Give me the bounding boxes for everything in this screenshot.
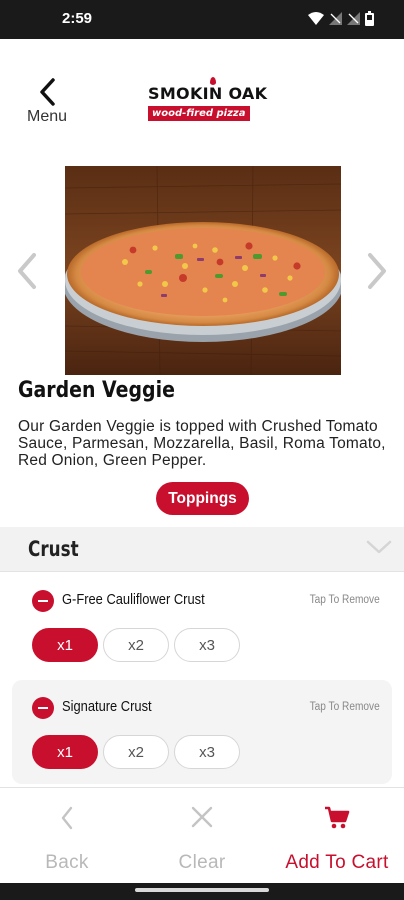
back-arrow-icon bbox=[40, 78, 55, 106]
crust-title: Crust bbox=[28, 537, 79, 561]
quantity-x1-button[interactable]: x1 bbox=[32, 628, 98, 662]
status-time: 2:59 bbox=[62, 10, 93, 27]
logo-wordmark: SMOKIN OAK bbox=[148, 84, 268, 103]
crust-options-list[interactable]: G-Free Cauliflower Crust Tap To Remove x… bbox=[0, 573, 404, 785]
clear-button[interactable]: Clear bbox=[135, 788, 269, 884]
minus-circle-icon[interactable] bbox=[32, 590, 54, 612]
toppings-button[interactable]: Toppings bbox=[156, 482, 249, 515]
system-nav-bar bbox=[0, 883, 404, 900]
quantity-x1-button[interactable]: x1 bbox=[32, 735, 98, 769]
flame-icon bbox=[210, 77, 216, 85]
quantity-x3-button[interactable]: x3 bbox=[174, 735, 240, 769]
smokin-oak-logo: SMOKIN OAK wood-fired pizza bbox=[148, 77, 267, 121]
close-icon bbox=[191, 806, 213, 828]
crust-option-row: G-Free Cauliflower Crust Tap To Remove x… bbox=[12, 573, 392, 677]
signal-icon bbox=[329, 12, 342, 25]
signal-icon-2 bbox=[347, 12, 360, 25]
pizza-photo bbox=[65, 166, 341, 375]
add-to-cart-button[interactable]: Add To Cart bbox=[270, 788, 404, 884]
crust-section-header[interactable]: Crust bbox=[0, 527, 404, 572]
cart-icon bbox=[325, 806, 350, 829]
crust-option-name: G-Free Cauliflower Crust bbox=[62, 591, 205, 608]
tap-to-remove-label[interactable]: Tap To Remove bbox=[310, 701, 380, 713]
item-description: Our Garden Veggie is topped with Crushed… bbox=[18, 418, 386, 469]
back-label: Back bbox=[45, 852, 89, 873]
battery-icon bbox=[365, 11, 374, 26]
crust-option-name: Signature Crust bbox=[62, 698, 152, 715]
quantity-x2-button[interactable]: x2 bbox=[103, 628, 169, 662]
chevron-left-icon[interactable] bbox=[14, 252, 40, 290]
minus-circle-icon[interactable] bbox=[32, 697, 54, 719]
logo-tagline: wood-fired pizza bbox=[148, 106, 250, 121]
item-title: Garden Veggie bbox=[18, 378, 175, 403]
back-button[interactable]: Back bbox=[0, 788, 134, 884]
quantity-x2-button[interactable]: x2 bbox=[103, 735, 169, 769]
bottom-action-bar: Back Clear Add To Cart bbox=[0, 787, 404, 883]
chevron-down-icon[interactable] bbox=[366, 539, 392, 555]
wifi-icon bbox=[308, 12, 324, 25]
tap-to-remove-label[interactable]: Tap To Remove bbox=[310, 594, 380, 606]
status-bar: 2:59 bbox=[0, 0, 404, 39]
menu-label: Menu bbox=[26, 108, 68, 125]
crust-option-row: Signature Crust Tap To Remove x1 x2 x3 bbox=[12, 680, 392, 784]
add-to-cart-label: Add To Cart bbox=[285, 852, 389, 873]
clear-label: Clear bbox=[178, 852, 226, 873]
home-indicator[interactable] bbox=[135, 888, 269, 892]
chevron-left-icon bbox=[61, 806, 73, 830]
menu-back-button[interactable]: Menu bbox=[22, 78, 72, 134]
status-icons bbox=[308, 11, 374, 26]
chevron-right-icon[interactable] bbox=[364, 252, 390, 290]
quantity-x3-button[interactable]: x3 bbox=[174, 628, 240, 662]
